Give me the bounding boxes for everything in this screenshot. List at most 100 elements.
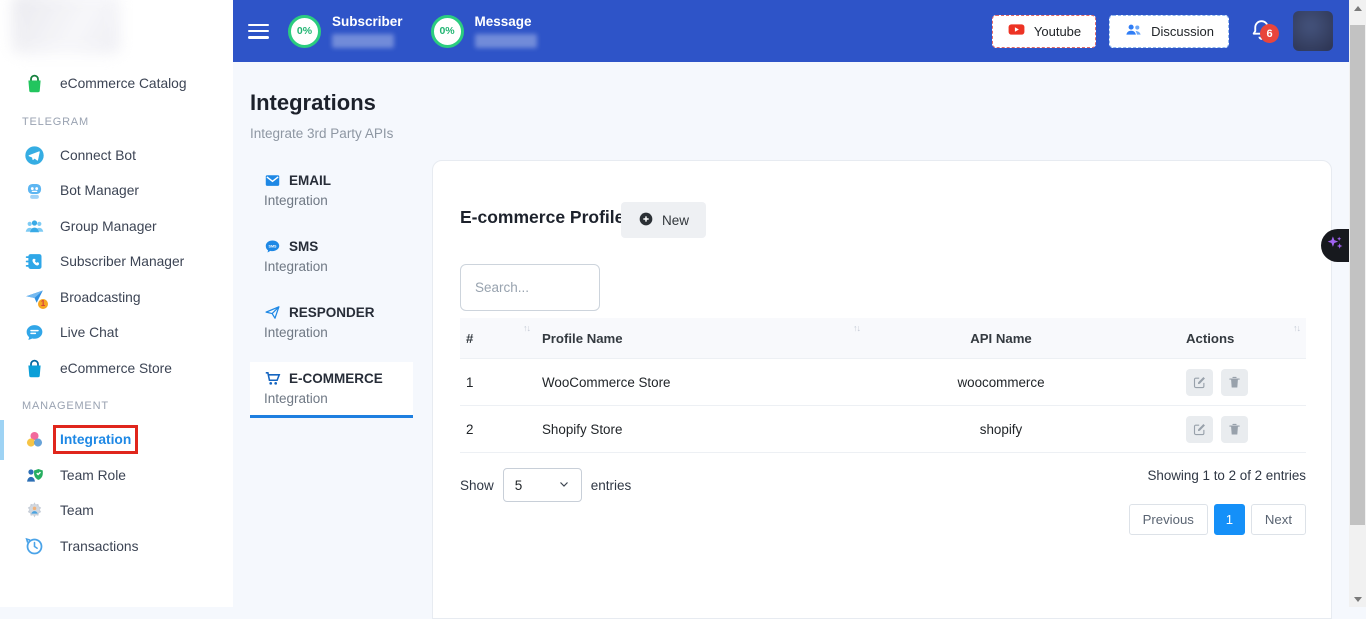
column-header-profile-name[interactable]: Profile Name↑↓ <box>536 318 866 358</box>
subnav-tab-subtitle: Integration <box>264 193 399 208</box>
broadcast-icon: 1 <box>24 287 45 308</box>
sidebar-item-ecommerce-store[interactable]: eCommerce Store <box>0 351 233 387</box>
sidebar-section-telegram: TELEGRAM <box>0 102 233 138</box>
sidebar-nav: eCommerce Catalog TELEGRAM Connect Bot Bot … <box>0 66 233 564</box>
page-1-button[interactable]: 1 <box>1214 504 1245 535</box>
scroll-up-arrow[interactable] <box>1349 0 1366 16</box>
sidebar-item-subscriber-manager[interactable]: Subscriber Manager <box>0 244 233 280</box>
sidebar-item-integration[interactable]: Integration <box>0 422 233 458</box>
subnav-tab-title-text: E-COMMERCE <box>289 371 383 386</box>
api-name-cell: woocommerce <box>866 359 1136 405</box>
stat-text-subscriber: Subscriber <box>332 14 403 48</box>
youtube-button[interactable]: Youtube <box>992 15 1096 48</box>
subnav-tab-sms[interactable]: SMSSMSIntegration <box>250 230 413 283</box>
hamburger-menu-icon[interactable] <box>248 24 269 39</box>
page-title: Integrations <box>250 90 376 116</box>
address-book-icon <box>24 251 45 272</box>
sidebar-item-group-manager[interactable]: Group Manager <box>0 209 233 245</box>
sidebar-item-live-chat[interactable]: Live Chat <box>0 315 233 351</box>
subnav-tab-email[interactable]: EMAILIntegration <box>250 164 413 217</box>
scroll-down-arrow[interactable] <box>1349 591 1366 607</box>
integration-subnav: EMAILIntegration SMSSMSIntegration RESPOND… <box>250 164 413 431</box>
column-header-actions[interactable]: Actions↑↓ <box>1136 318 1306 358</box>
sidebar-item-team-role[interactable]: Team Role <box>0 458 233 494</box>
entries-select[interactable]: 5 <box>503 468 582 502</box>
chevron-down-icon <box>558 478 570 493</box>
page-subtitle: Integrate 3rd Party APIs <box>250 126 393 141</box>
sidebar-item-ecommerce-catalog[interactable]: eCommerce Catalog <box>0 66 233 102</box>
sidebar-item-transactions[interactable]: Transactions <box>0 529 233 565</box>
shopping-bag-green-icon <box>24 73 45 94</box>
entries-label: entries <box>591 478 632 493</box>
youtube-icon <box>1007 20 1026 42</box>
telegram-icon <box>24 145 45 166</box>
user-avatar[interactable] <box>1293 11 1333 51</box>
broadcast-count-badge: 1 <box>37 298 49 310</box>
sms-bubble-icon: SMS <box>264 238 281 255</box>
ai-assistant-fab[interactable] <box>1321 229 1349 262</box>
column-header-[interactable]: #↑↓ <box>460 318 536 358</box>
api-name-cell: shopify <box>866 406 1136 452</box>
sidebar-item-team[interactable]: Team <box>0 493 233 529</box>
sidebar-item-label: Team Role <box>60 468 126 483</box>
sidebar-item-label: Live Chat <box>60 325 118 340</box>
envelope-icon <box>264 172 281 189</box>
sidebar-item-bot-manager[interactable]: Bot Manager <box>0 173 233 209</box>
subnav-tab-title: RESPONDER <box>264 304 399 321</box>
actions-cell <box>1136 359 1306 405</box>
sidebar-item-label: eCommerce Catalog <box>60 76 187 91</box>
scrollbar-thumb[interactable] <box>1350 25 1365 525</box>
entries-select-value: 5 <box>515 478 523 493</box>
sidebar-item-label: Team <box>60 503 94 518</box>
subnav-tab-title: E-COMMERCE <box>264 370 399 387</box>
users-group-icon <box>24 216 45 237</box>
main-content: Integrations Integrate 3rd Party APIs EM… <box>233 62 1349 607</box>
row-number: 1 <box>466 375 473 390</box>
previous-page-button[interactable]: Previous <box>1129 504 1208 535</box>
sidebar-item-connect-bot[interactable]: Connect Bot <box>0 138 233 174</box>
panel-title: E-commerce Profile <box>460 207 624 228</box>
column-header-api-name[interactable]: API Name <box>866 318 1136 358</box>
stat-value-blurred <box>332 34 394 48</box>
search-input[interactable] <box>460 264 600 311</box>
stat-subscriber: 0% Subscriber <box>288 14 403 48</box>
subnav-tab-responder[interactable]: RESPONDER Integration <box>250 296 413 349</box>
notifications-button[interactable]: 6 <box>1249 17 1275 45</box>
plus-circle-icon <box>638 211 654 230</box>
progress-circle-subscriber: 0% <box>288 15 321 48</box>
gear-user-icon <box>24 500 45 521</box>
edit-button[interactable] <box>1186 416 1213 443</box>
sidebar-item-label: Transactions <box>60 539 138 554</box>
progress-circle-message: 0% <box>431 15 464 48</box>
showing-entries-text: Showing 1 to 2 of 2 entries <box>1147 468 1306 483</box>
sidebar-item-label: Bot Manager <box>60 183 139 198</box>
topbar: 0%Subscriber0%Message Youtube Discussion… <box>233 0 1349 62</box>
api-name: woocommerce <box>957 375 1044 390</box>
subnav-tab-e-commerce[interactable]: E-COMMERCEIntegration <box>250 362 413 418</box>
stat-value-blurred <box>475 34 537 48</box>
sidebar-item-label: Connect Bot <box>60 148 136 163</box>
api-name: shopify <box>980 422 1022 437</box>
delete-button[interactable] <box>1221 416 1248 443</box>
notification-count-badge: 6 <box>1260 24 1279 43</box>
page-size-control: Show 5 entries <box>460 468 631 502</box>
delete-button[interactable] <box>1221 369 1248 396</box>
table-header-row: #↑↓Profile Name↑↓ API Name Actions↑↓ <box>460 318 1306 359</box>
sort-icon: ↑↓ <box>1293 323 1300 333</box>
next-page-button[interactable]: Next <box>1251 504 1306 535</box>
vertical-scrollbar[interactable] <box>1349 0 1366 607</box>
live-chat-icon <box>24 322 45 343</box>
sidebar-item-label: Integration <box>60 432 131 447</box>
app-logo <box>12 0 120 54</box>
discussion-button[interactable]: Discussion <box>1109 15 1229 48</box>
table-row: 2Shopify Storeshopify <box>460 406 1306 453</box>
subnav-tab-subtitle: Integration <box>264 325 399 340</box>
new-profile-button[interactable]: New <box>621 202 706 238</box>
column-header-label: API Name <box>970 331 1032 346</box>
sidebar-item-broadcasting[interactable]: 1Broadcasting <box>0 280 233 316</box>
ecommerce-profile-card: E-commerce Profile New #↑↓Profile Name↑↓… <box>432 160 1332 619</box>
table-body: 1WooCommerce Storewoocommerce2Shopify St… <box>460 359 1306 453</box>
profile-name-cell: Shopify Store <box>536 406 866 452</box>
robot-icon <box>24 180 45 201</box>
edit-button[interactable] <box>1186 369 1213 396</box>
